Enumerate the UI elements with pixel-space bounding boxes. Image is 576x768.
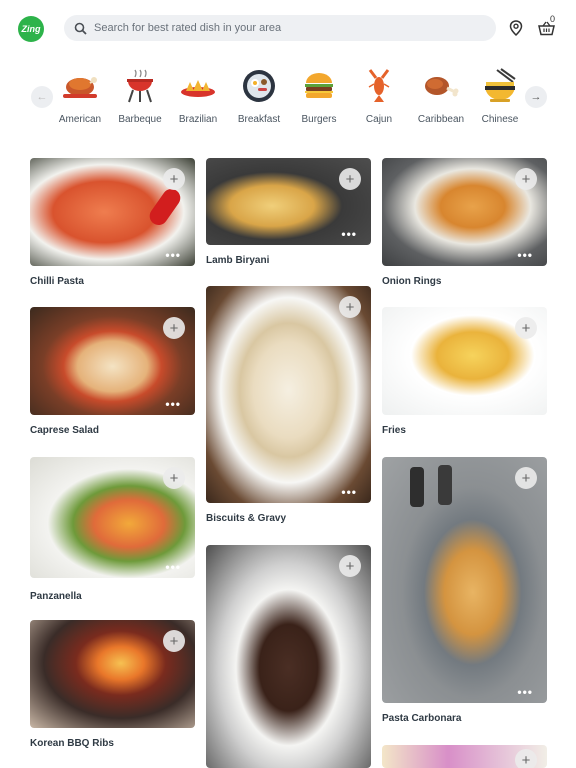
app-header: Zing 0 — [0, 0, 576, 58]
carousel-next-button[interactable]: → — [525, 86, 547, 108]
bbq-grill-icon — [120, 66, 160, 106]
burger-icon — [299, 66, 339, 106]
add-to-cart-button[interactable]: + — [515, 749, 537, 768]
breakfast-plate-icon — [239, 66, 279, 106]
dish-image-panzanella: + ••• — [30, 457, 195, 578]
add-to-cart-button[interactable]: + — [515, 168, 537, 190]
more-options-button[interactable]: ••• — [165, 397, 181, 411]
category-carousel: ← American Barbeque Brazilian Breakfast … — [0, 64, 576, 134]
dish-title[interactable]: Biscuits & Gravy — [206, 513, 371, 524]
dish-card[interactable]: + ••• Pasta Carbonara — [382, 457, 547, 724]
dish-image-onion-rings: + ••• — [382, 158, 547, 266]
zing-logo[interactable]: Zing — [18, 16, 44, 42]
cart-count-badge: 0 — [550, 14, 556, 24]
dish-title[interactable]: Chilli Pasta — [30, 276, 195, 287]
add-to-cart-button[interactable]: + — [339, 555, 361, 577]
more-options-button[interactable]: ••• — [341, 227, 357, 241]
dish-title[interactable]: Lamb Biryani — [206, 255, 371, 266]
search-icon — [73, 21, 87, 35]
dish-image-lamb-biryani: + ••• — [206, 158, 371, 245]
category-label: Breakfast — [237, 114, 281, 125]
dish-title[interactable]: Onion Rings — [382, 276, 547, 287]
dish-card[interactable]: + ••• Caprese Salad — [30, 307, 195, 436]
add-to-cart-button[interactable]: + — [163, 317, 185, 339]
category-american[interactable]: American — [50, 66, 110, 125]
category-breakfast[interactable]: Breakfast — [229, 66, 289, 125]
salt-shaker-shape — [438, 465, 452, 505]
dish-image-biscuits-gravy: + ••• — [206, 286, 371, 503]
more-options-button[interactable]: ••• — [517, 248, 533, 262]
category-caribbean[interactable]: Caribbean — [411, 66, 471, 125]
more-options-button[interactable]: ••• — [165, 560, 181, 574]
roast-turkey-icon — [60, 66, 100, 106]
dish-image-chilli-pasta: + ••• — [30, 158, 195, 266]
dish-card[interactable]: + — [382, 745, 547, 768]
dish-card[interactable]: + ••• Onion Rings — [382, 158, 547, 287]
add-to-cart-button[interactable]: + — [163, 467, 185, 489]
more-options-button[interactable]: ••• — [517, 685, 533, 699]
dish-title[interactable]: Caprese Salad — [30, 425, 195, 436]
category-label: Burgers — [301, 114, 337, 125]
dish-image-partial: + — [382, 745, 547, 768]
dish-image-fries: + — [382, 307, 547, 415]
dish-card[interactable]: + ••• Biscuits & Gravy — [206, 286, 371, 524]
category-label: Chinese — [481, 114, 519, 125]
add-to-cart-button[interactable]: + — [163, 168, 185, 190]
category-label: Barbeque — [118, 114, 162, 125]
category-burgers[interactable]: Burgers — [289, 66, 349, 125]
search-bar[interactable] — [64, 15, 496, 41]
add-to-cart-button[interactable]: + — [515, 467, 537, 489]
category-label: Brazilian — [178, 114, 218, 125]
category-label: Caribbean — [417, 114, 465, 125]
chicken-leg-icon — [421, 66, 461, 106]
dish-title[interactable]: Fries — [382, 425, 547, 436]
category-label: Cajun — [365, 114, 393, 125]
add-to-cart-button[interactable]: + — [339, 168, 361, 190]
category-barbeque[interactable]: Barbeque — [110, 66, 170, 125]
dish-card[interactable]: + ••• Chilli Pasta — [30, 158, 195, 287]
noodle-bowl-icon — [480, 66, 520, 106]
location-pin-icon[interactable] — [505, 17, 527, 39]
add-to-cart-button[interactable]: + — [163, 630, 185, 652]
brazilian-dish-icon — [178, 66, 218, 106]
dish-image-pasta-carbonara: + ••• — [382, 457, 547, 703]
dish-card[interactable]: + Korean BBQ Ribs — [30, 620, 195, 749]
dish-image-korean-bbq-ribs: + — [30, 620, 195, 728]
dish-image-caprese-salad: + ••• — [30, 307, 195, 415]
category-label: American — [58, 114, 102, 125]
add-to-cart-button[interactable]: + — [515, 317, 537, 339]
dish-card[interactable]: + — [206, 545, 371, 768]
dish-card[interactable]: + ••• Panzanella — [30, 457, 195, 602]
dish-card[interactable]: + ••• Lamb Biryani — [206, 158, 371, 266]
crawfish-icon — [359, 66, 399, 106]
add-to-cart-button[interactable]: + — [339, 296, 361, 318]
category-cajun[interactable]: Cajun — [349, 66, 409, 125]
category-chinese[interactable]: Chinese — [470, 66, 530, 125]
more-options-button[interactable]: ••• — [165, 248, 181, 262]
dish-title[interactable]: Pasta Carbonara — [382, 713, 547, 724]
search-input[interactable] — [94, 22, 474, 34]
chilli-pepper-shape — [146, 185, 184, 229]
pepper-shaker-shape — [410, 467, 424, 507]
dish-card[interactable]: + Fries — [382, 307, 547, 436]
dish-title[interactable]: Korean BBQ Ribs — [30, 738, 195, 749]
more-options-button[interactable]: ••• — [341, 485, 357, 499]
dish-title[interactable]: Panzanella — [30, 591, 195, 602]
dish-image-chocolate-cake: + — [206, 545, 371, 768]
category-brazilian[interactable]: Brazilian — [168, 66, 228, 125]
